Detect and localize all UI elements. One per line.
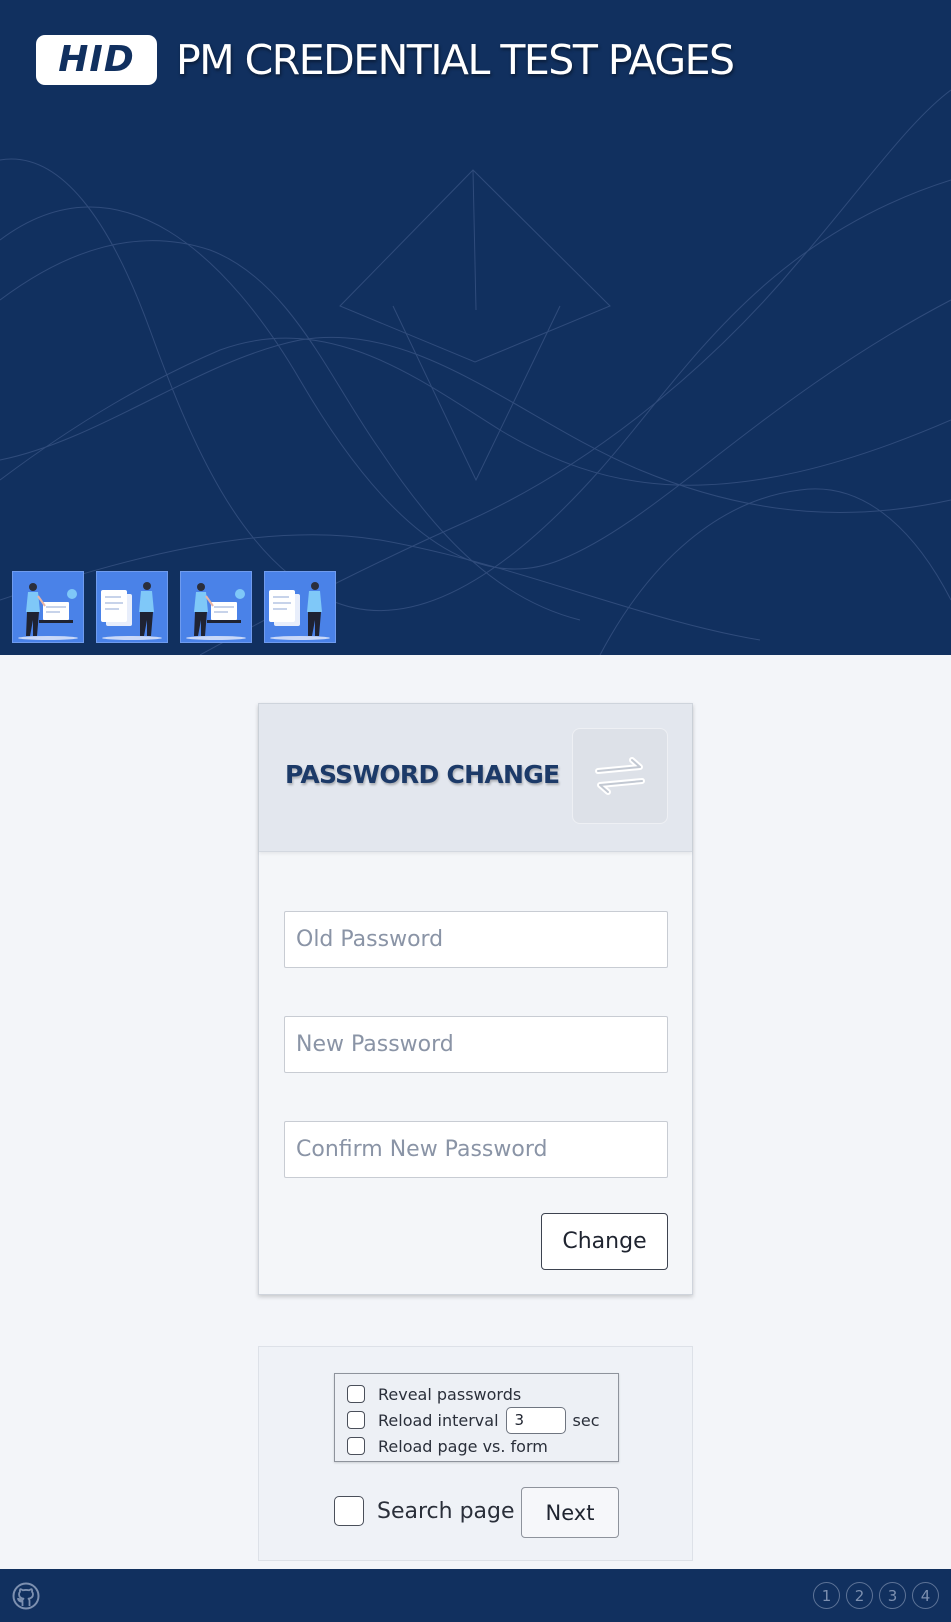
person-laptop-icon xyxy=(18,583,78,640)
reload-page-option: Reload page vs. form xyxy=(347,1433,618,1459)
brand: HID PM CREDENTIAL TEST PAGES xyxy=(36,35,735,85)
reload-interval-unit: sec xyxy=(572,1410,600,1430)
page-link-1[interactable]: 1 xyxy=(813,1582,840,1609)
reload-page-label: Reload page vs. form xyxy=(378,1436,548,1456)
test-options-panel: Reveal passwords Reload interval sec Rel… xyxy=(258,1346,693,1561)
new-password-field[interactable] xyxy=(284,1016,668,1073)
reload-page-checkbox[interactable] xyxy=(347,1437,365,1455)
page-link-4[interactable]: 4 xyxy=(912,1582,939,1609)
footer: 1 2 3 4 xyxy=(0,1569,951,1622)
card-header: PASSWORD CHANGE xyxy=(259,704,692,852)
page-link-3[interactable]: 3 xyxy=(879,1582,906,1609)
swap-arrows-icon xyxy=(595,757,645,795)
person-documents-icon xyxy=(101,582,162,640)
hid-logo-text: HID xyxy=(58,39,135,80)
thumb-docs-1[interactable] xyxy=(96,571,168,643)
change-button[interactable]: Change xyxy=(541,1213,668,1270)
reload-interval-input[interactable] xyxy=(505,1406,566,1434)
options-box: Reveal passwords Reload interval sec Rel… xyxy=(334,1373,619,1462)
reveal-passwords-option: Reveal passwords xyxy=(347,1381,618,1407)
thumb-docs-2[interactable] xyxy=(264,571,336,643)
search-page-label: Search page xyxy=(377,1498,515,1524)
reload-interval-option: Reload interval sec xyxy=(347,1406,618,1434)
next-button[interactable]: Next xyxy=(521,1487,619,1538)
reload-interval-label: Reload interval xyxy=(378,1410,499,1430)
header-banner: HID PM CREDENTIAL TEST PAGES xyxy=(0,0,951,655)
hid-logo[interactable]: HID xyxy=(36,35,157,85)
reload-interval-checkbox[interactable] xyxy=(347,1411,365,1429)
site-title: PM CREDENTIAL TEST PAGES xyxy=(176,35,735,84)
reveal-passwords-checkbox[interactable] xyxy=(347,1385,365,1403)
search-page-checkbox[interactable] xyxy=(334,1496,364,1526)
card-title: PASSWORD CHANGE xyxy=(285,760,560,789)
page-link-2[interactable]: 2 xyxy=(846,1582,873,1609)
password-change-card: PASSWORD CHANGE Change xyxy=(258,703,693,1295)
confirm-password-field[interactable] xyxy=(284,1121,668,1178)
github-icon[interactable] xyxy=(12,1582,40,1610)
page-indicators: 1 2 3 4 xyxy=(813,1582,939,1609)
person-documents-icon xyxy=(269,582,330,640)
person-laptop-icon xyxy=(186,583,246,640)
card-icon-box xyxy=(572,728,668,824)
reveal-passwords-label: Reveal passwords xyxy=(378,1384,522,1404)
page-thumbnails xyxy=(12,571,336,643)
thumb-login-2[interactable] xyxy=(180,571,252,643)
thumb-login-1[interactable] xyxy=(12,571,84,643)
old-password-field[interactable] xyxy=(284,911,668,968)
search-page-option: Search page xyxy=(334,1496,515,1526)
decorative-background-lines xyxy=(0,89,951,655)
